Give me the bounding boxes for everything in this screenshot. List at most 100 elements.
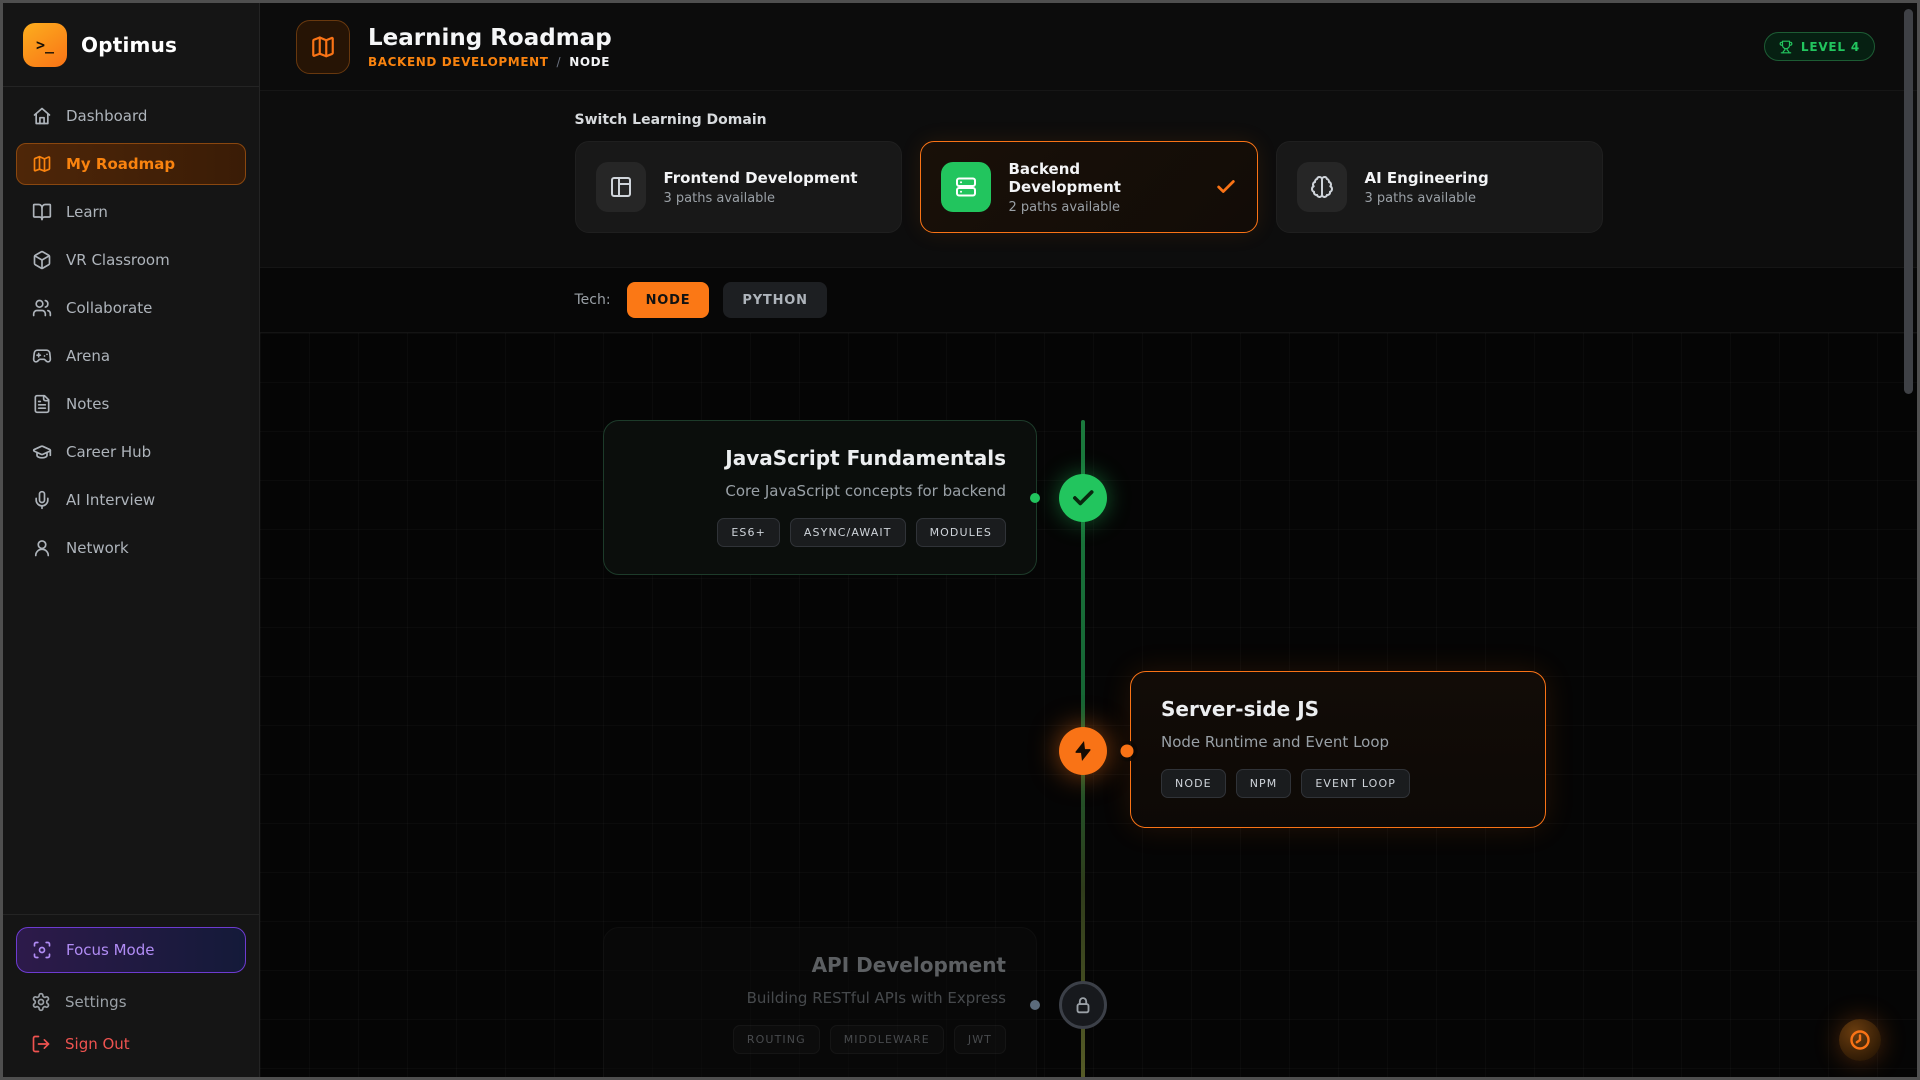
node-locked[interactable] [1059, 981, 1107, 1029]
roadmap-card-subtitle: Core JavaScript concepts for backend [634, 482, 1006, 500]
connector-dot-locked [1030, 1000, 1040, 1010]
history-clock-button[interactable] [1839, 1019, 1881, 1061]
breadcrumb-domain: BACKEND DEVELOPMENT [368, 55, 549, 69]
sidebar-footer: Focus Mode Settings Sign Out [3, 914, 259, 1077]
domain-card-text: AI Engineering 3 paths available [1365, 169, 1489, 206]
settings-button[interactable]: Settings [16, 981, 246, 1023]
page-title: Learning Roadmap [368, 25, 612, 51]
roadmap-card-tags: NODE NPM EVENT LOOP [1161, 769, 1515, 798]
domain-card-backend[interactable]: Backend Development 2 paths available [920, 141, 1258, 233]
domain-card-ai-engineering[interactable]: AI Engineering 3 paths available [1276, 141, 1603, 233]
tag: NPM [1236, 769, 1292, 798]
brain-icon [1310, 175, 1334, 199]
server-icon [954, 175, 978, 199]
roadmap-card-tags: ES6+ ASYNC/AWAIT MODULES [634, 518, 1006, 547]
tag: MODULES [916, 518, 1006, 547]
sign-out-label: Sign Out [65, 1035, 130, 1053]
focus-mode-button[interactable]: Focus Mode [16, 927, 246, 973]
sidebar-item-label: AI Interview [66, 491, 155, 509]
gear-icon [31, 992, 51, 1012]
sidebar: >_ Optimus Dashboard My Roadmap Learn VR… [3, 3, 260, 1077]
focus-mode-label: Focus Mode [66, 941, 154, 959]
layout-icon-box [596, 162, 646, 212]
domain-card-text: Backend Development 2 paths available [1009, 160, 1197, 215]
terminal-logo-icon: >_ [23, 23, 67, 67]
users-icon [32, 298, 52, 318]
main-content: Learning Roadmap BACKEND DEVELOPMENT / N… [260, 3, 1917, 1077]
app-window: >_ Optimus Dashboard My Roadmap Learn VR… [0, 0, 1920, 1080]
sign-out-button[interactable]: Sign Out [16, 1023, 246, 1065]
lock-icon [1072, 994, 1094, 1016]
sidebar-item-learn[interactable]: Learn [16, 191, 246, 233]
sidebar-item-label: Network [66, 539, 129, 557]
roadmap-card-javascript-fundamentals[interactable]: JavaScript Fundamentals Core JavaScript … [603, 420, 1037, 575]
tag: JWT [954, 1025, 1006, 1054]
domain-card-title: Frontend Development [664, 169, 858, 187]
cube-icon [32, 250, 52, 270]
sidebar-item-ai-interview[interactable]: AI Interview [16, 479, 246, 521]
connector-dot-completed [1030, 493, 1040, 503]
clock-icon [1848, 1028, 1872, 1052]
sidebar-item-label: Learn [66, 203, 108, 221]
sidebar-item-label: Arena [66, 347, 110, 365]
tag: ROUTING [733, 1025, 820, 1054]
check-icon [1070, 485, 1096, 511]
tech-label: Tech: [575, 292, 611, 308]
selected-check-icon [1215, 176, 1237, 198]
tech-chip-python[interactable]: PYTHON [723, 282, 826, 318]
home-icon [32, 106, 52, 126]
node-completed-check[interactable] [1059, 474, 1107, 522]
sidebar-item-arena[interactable]: Arena [16, 335, 246, 377]
sidebar-item-dashboard[interactable]: Dashboard [16, 95, 246, 137]
file-text-icon [32, 394, 52, 414]
roadmap-card-tags: ROUTING MIDDLEWARE JWT [634, 1025, 1006, 1054]
app-name: Optimus [81, 33, 177, 57]
roadmap-canvas: JavaScript Fundamentals Core JavaScript … [260, 333, 1917, 1077]
domain-switcher: Switch Learning Domain Frontend Developm… [260, 91, 1917, 268]
page-header: Learning Roadmap BACKEND DEVELOPMENT / N… [260, 3, 1917, 91]
trophy-icon [1779, 40, 1793, 54]
domain-card-text: Frontend Development 3 paths available [664, 169, 858, 206]
roadmap-card-title: Server-side JS [1161, 697, 1515, 721]
sidebar-item-network[interactable]: Network [16, 527, 246, 569]
level-badge-label: LEVEL 4 [1801, 40, 1860, 54]
domain-card-subtitle: 3 paths available [664, 191, 858, 206]
map-icon [310, 34, 336, 60]
domain-switcher-inner: Switch Learning Domain Frontend Developm… [575, 91, 1603, 233]
roadmap-icon-box [296, 20, 350, 74]
title-stack: Learning Roadmap BACKEND DEVELOPMENT / N… [368, 25, 612, 69]
breadcrumb: BACKEND DEVELOPMENT / NODE [368, 55, 612, 69]
sidebar-item-label: Notes [66, 395, 109, 413]
domain-card-subtitle: 3 paths available [1365, 191, 1489, 206]
tech-chip-node[interactable]: NODE [627, 282, 710, 318]
sidebar-item-label: Collaborate [66, 299, 152, 317]
sidebar-item-vr-classroom[interactable]: VR Classroom [16, 239, 246, 281]
breadcrumb-separator: / [557, 55, 562, 69]
roadmap-card-api-development[interactable]: API Development Building RESTful APIs wi… [603, 927, 1037, 1077]
settings-label: Settings [65, 993, 127, 1011]
graduation-cap-icon [32, 442, 52, 462]
sidebar-item-career-hub[interactable]: Career Hub [16, 431, 246, 473]
roadmap-card-subtitle: Node Runtime and Event Loop [1161, 733, 1515, 751]
logo-row: >_ Optimus [3, 3, 259, 87]
domain-card-frontend[interactable]: Frontend Development 3 paths available [575, 141, 902, 233]
lightning-icon [1071, 739, 1095, 763]
brain-icon-box [1297, 162, 1347, 212]
microphone-icon [32, 490, 52, 510]
sidebar-item-my-roadmap[interactable]: My Roadmap [16, 143, 246, 185]
node-current-lightning[interactable] [1059, 727, 1107, 775]
tag: ASYNC/AWAIT [790, 518, 906, 547]
tech-bar: Tech: NODE PYTHON [260, 268, 1917, 333]
domain-cards: Frontend Development 3 paths available B… [575, 141, 1603, 233]
tag: NODE [1161, 769, 1226, 798]
layout-icon [609, 175, 633, 199]
sidebar-item-label: My Roadmap [66, 155, 175, 173]
sidebar-item-notes[interactable]: Notes [16, 383, 246, 425]
gamepad-icon [32, 346, 52, 366]
roadmap-card-title: JavaScript Fundamentals [634, 446, 1006, 470]
roadmap-card-server-side-js[interactable]: Server-side JS Node Runtime and Event Lo… [1130, 671, 1546, 828]
scrollbar-thumb[interactable] [1904, 9, 1913, 394]
map-icon [32, 154, 52, 174]
sidebar-item-collaborate[interactable]: Collaborate [16, 287, 246, 329]
sidebar-item-label: Career Hub [66, 443, 151, 461]
